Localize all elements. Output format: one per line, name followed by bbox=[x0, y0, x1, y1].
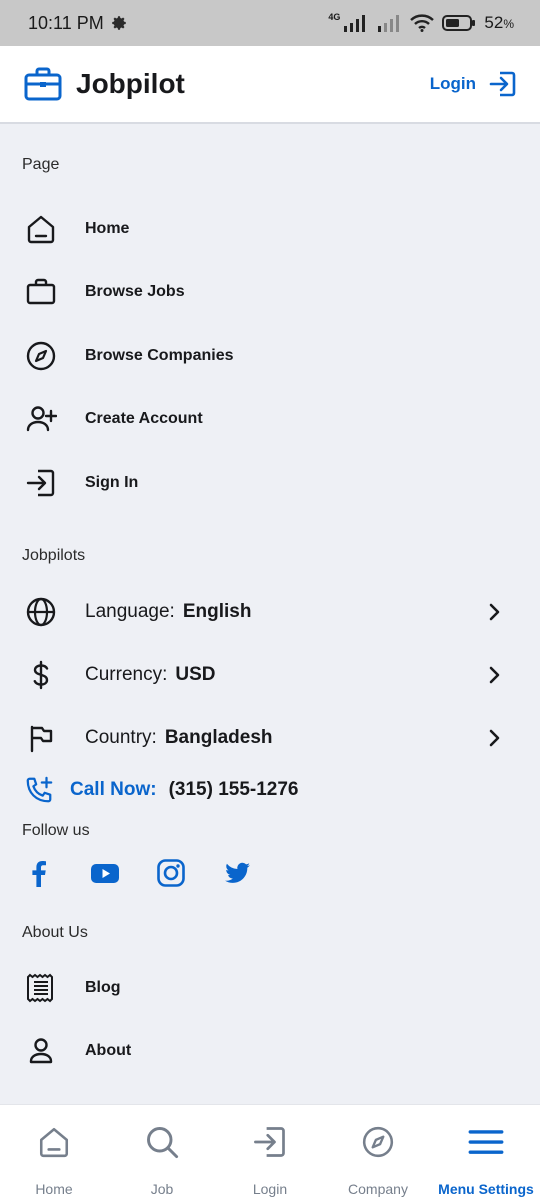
home-icon bbox=[37, 1123, 71, 1161]
percent-sign: % bbox=[503, 17, 514, 31]
nav-label: Login bbox=[252, 1181, 288, 1197]
nav-menu-settings[interactable]: Menu Settings bbox=[432, 1105, 540, 1200]
language-text: Language: English bbox=[85, 601, 251, 623]
menu-item-label: Home bbox=[85, 220, 130, 237]
status-time: 10:11 PM bbox=[28, 12, 104, 33]
currency-text: Currency: USD bbox=[85, 664, 215, 686]
section-title-jobpilots: Jobpilots bbox=[22, 547, 86, 564]
language-value: English bbox=[182, 601, 252, 622]
menu-content: Page Home Browse Jobs Browse Companies C… bbox=[0, 124, 540, 1104]
app-header: Jobpilot Login bbox=[0, 46, 540, 124]
signal-icon bbox=[344, 15, 366, 32]
country-key: Country: bbox=[85, 727, 157, 748]
flag-icon bbox=[24, 721, 58, 755]
home-icon bbox=[24, 212, 58, 246]
section-title-about: About Us bbox=[22, 924, 88, 941]
settings-gear-icon bbox=[111, 16, 126, 30]
menu-item-blog[interactable]: Blog bbox=[24, 968, 514, 1008]
chevron-right-icon bbox=[489, 603, 500, 621]
network-type: 4G bbox=[328, 12, 341, 22]
call-now-number[interactable]: (315) 155-1276 bbox=[169, 779, 299, 801]
menu-item-label: Sign In bbox=[85, 474, 139, 491]
menu-item-label: Browse Jobs bbox=[85, 283, 185, 300]
instagram-icon[interactable] bbox=[156, 858, 186, 888]
briefcase-logo-icon bbox=[24, 67, 62, 101]
compass-icon bbox=[361, 1123, 395, 1161]
nav-home[interactable]: Home bbox=[0, 1105, 108, 1200]
user-icon bbox=[24, 1034, 58, 1068]
call-now-row[interactable]: Call Now: (315) 155-1276 bbox=[24, 775, 299, 805]
brand[interactable]: Jobpilot bbox=[24, 67, 185, 101]
youtube-icon[interactable] bbox=[90, 858, 120, 888]
status-right: 4G 52% bbox=[328, 12, 514, 33]
chevron-right-icon bbox=[489, 666, 500, 684]
nav-company[interactable]: Company bbox=[324, 1105, 432, 1200]
menu-item-browse-companies[interactable]: Browse Companies bbox=[24, 336, 514, 376]
country-value: Bangladesh bbox=[164, 727, 273, 748]
chevron-right-icon bbox=[489, 729, 500, 747]
currency-value: USD bbox=[175, 664, 216, 685]
section-title-follow: Follow us bbox=[22, 822, 90, 839]
status-left: 10:11 PM bbox=[28, 13, 128, 34]
menu-item-home[interactable]: Home bbox=[24, 209, 514, 249]
menu-item-sign-in[interactable]: Sign In bbox=[24, 463, 514, 503]
sign-in-icon bbox=[24, 466, 58, 500]
brand-name: Jobpilot bbox=[76, 68, 185, 99]
menu-item-label: Create Account bbox=[85, 410, 203, 427]
battery-value: 52 bbox=[484, 13, 504, 32]
menu-icon bbox=[468, 1123, 504, 1161]
wifi-icon bbox=[410, 14, 435, 32]
menu-item-create-account[interactable]: Create Account bbox=[24, 399, 514, 439]
briefcase-icon bbox=[24, 275, 58, 309]
nav-job[interactable]: Job bbox=[108, 1105, 216, 1200]
phone-plus-icon bbox=[26, 776, 53, 803]
nav-label: Job bbox=[150, 1181, 174, 1197]
setting-country[interactable]: Country: Bangladesh bbox=[24, 718, 514, 758]
user-plus-icon bbox=[24, 402, 58, 436]
search-icon bbox=[144, 1123, 180, 1161]
status-bar: 10:11 PM 4G 52% bbox=[0, 0, 540, 46]
header-login-button[interactable]: Login bbox=[430, 69, 518, 99]
nav-label: Company bbox=[348, 1181, 408, 1197]
header-login-label: Login bbox=[429, 74, 476, 93]
section-title-page: Page bbox=[22, 156, 60, 173]
blog-icon bbox=[24, 971, 58, 1005]
globe-icon bbox=[24, 595, 58, 629]
dollar-icon bbox=[24, 658, 58, 692]
call-now-label: Call Now: bbox=[70, 779, 157, 800]
menu-item-label: About bbox=[85, 1042, 132, 1059]
bottom-nav: Home Job Login Company Menu Settings bbox=[0, 1104, 540, 1200]
nav-login[interactable]: Login bbox=[216, 1105, 324, 1200]
twitter-icon[interactable] bbox=[222, 858, 252, 888]
menu-item-label: Browse Companies bbox=[85, 347, 234, 364]
battery-icon bbox=[442, 15, 476, 31]
battery-percent: 52% bbox=[484, 13, 514, 33]
compass-icon bbox=[24, 339, 58, 373]
menu-item-browse-jobs[interactable]: Browse Jobs bbox=[24, 272, 514, 312]
login-arrow-icon bbox=[489, 71, 516, 97]
language-key: Language: bbox=[85, 601, 175, 622]
menu-item-about[interactable]: About bbox=[24, 1031, 514, 1071]
country-text: Country: Bangladesh bbox=[85, 727, 273, 749]
currency-key: Currency: bbox=[85, 664, 168, 685]
setting-currency[interactable]: Currency: USD bbox=[24, 655, 514, 695]
menu-item-label: Blog bbox=[85, 979, 121, 996]
nav-label: Menu Settings bbox=[438, 1181, 534, 1197]
login-icon bbox=[252, 1123, 288, 1161]
signal-weak-icon bbox=[378, 15, 400, 32]
social-links bbox=[24, 858, 252, 888]
nav-label: Home bbox=[35, 1181, 73, 1197]
facebook-icon[interactable] bbox=[24, 858, 54, 888]
setting-language[interactable]: Language: English bbox=[24, 592, 514, 632]
